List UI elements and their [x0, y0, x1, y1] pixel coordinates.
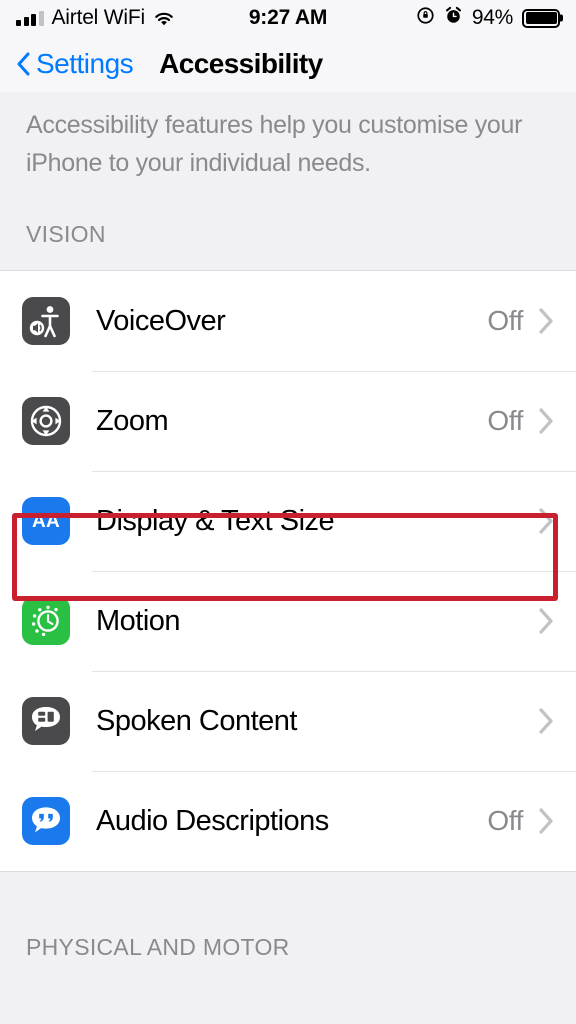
- chevron-right-icon: [539, 708, 554, 734]
- row-label: Display & Text Size: [96, 504, 335, 537]
- row-label: VoiceOver: [96, 304, 226, 337]
- chevron-right-icon: [539, 308, 554, 334]
- motion-icon: [22, 597, 70, 645]
- rotation-lock-icon: [416, 6, 435, 30]
- row-zoom[interactable]: Zoom Off: [0, 371, 576, 471]
- status-bar-left: Airtel WiFi: [16, 6, 175, 30]
- row-value: Off: [487, 305, 523, 336]
- signal-bars-icon: [16, 10, 44, 26]
- voiceover-icon: [22, 297, 70, 345]
- row-voiceover[interactable]: VoiceOver Off: [0, 271, 576, 371]
- status-bar-right: 94%: [416, 6, 560, 30]
- spoken-content-icon: [22, 697, 70, 745]
- page-title: Accessibility: [159, 48, 323, 79]
- alarm-clock-icon: [444, 6, 463, 30]
- vision-settings-list: VoiceOver Off Zoom Off AA Display & Text…: [0, 270, 576, 872]
- section-header-physical-and-motor: PHYSICAL AND MOTOR: [0, 872, 576, 991]
- chevron-right-icon: [539, 508, 554, 534]
- section-header-vision: VISION: [0, 182, 576, 270]
- row-display-text-size[interactable]: AA Display & Text Size: [0, 471, 576, 571]
- row-label: Zoom: [96, 404, 169, 437]
- chevron-right-icon: [539, 808, 554, 834]
- chevron-left-icon: [16, 52, 30, 76]
- back-button-label: Settings: [36, 48, 134, 79]
- zoom-icon: [22, 397, 70, 445]
- row-spoken-content[interactable]: Spoken Content: [0, 671, 576, 771]
- accessibility-description: Accessibility features help you customis…: [0, 92, 576, 182]
- wifi-icon: [153, 10, 175, 27]
- row-label: Audio Descriptions: [96, 804, 329, 837]
- status-bar: Airtel WiFi 9:27 AM 94%: [0, 0, 576, 36]
- battery-percent-label: 94%: [471, 6, 513, 29]
- navigation-bar: Settings Accessibility: [0, 36, 576, 92]
- row-label: Spoken Content: [96, 704, 297, 737]
- display-text-size-icon: AA: [22, 497, 70, 545]
- row-value: Off: [487, 805, 523, 836]
- battery-full-icon: [522, 8, 560, 28]
- row-audio-descriptions[interactable]: Audio Descriptions Off: [0, 771, 576, 871]
- back-button[interactable]: Settings: [16, 48, 134, 80]
- row-motion[interactable]: Motion: [0, 571, 576, 671]
- chevron-right-icon: [539, 408, 554, 434]
- iphone-screen: Airtel WiFi 9:27 AM 94% Settings Accessi…: [0, 0, 576, 1024]
- row-value: Off: [487, 405, 523, 436]
- aa-glyph: AA: [31, 510, 61, 532]
- audio-descriptions-icon: [22, 797, 70, 845]
- row-label: Motion: [96, 604, 181, 637]
- carrier-label: Airtel WiFi: [51, 6, 146, 29]
- chevron-right-icon: [539, 608, 554, 634]
